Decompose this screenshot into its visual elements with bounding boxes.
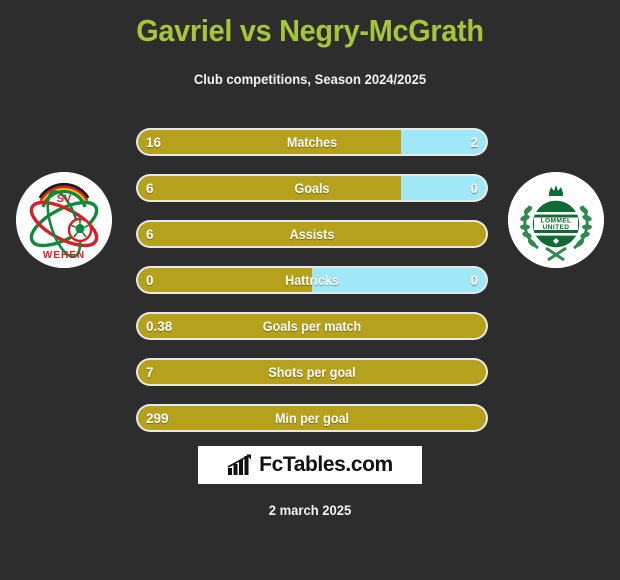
home-team-logo[interactable]: SV WEHEN xyxy=(16,172,112,268)
stat-bar xyxy=(138,406,486,430)
stat-bar-home-fill xyxy=(138,314,486,338)
stat-bar-home-fill xyxy=(138,406,486,430)
home-logo-text-top: SV xyxy=(57,193,72,205)
stat-row: 7 Shots per goal xyxy=(136,358,488,386)
stat-row: 16 Matches 2 xyxy=(136,128,488,156)
stat-bar xyxy=(138,268,486,292)
stat-row: 0 Hattricks 0 xyxy=(136,266,488,294)
away-team-logo[interactable]: LOMMEL UNITED xyxy=(508,172,604,268)
stat-bar-away-fill xyxy=(401,130,486,154)
stat-bar-home-fill xyxy=(138,360,486,384)
stat-row: 0.38 Goals per match xyxy=(136,312,488,340)
stat-bar-home-fill xyxy=(138,268,312,292)
stat-bar-away-fill xyxy=(401,176,486,200)
stat-row: 299 Min per goal xyxy=(136,404,488,432)
stats-comparison-list: 16 Matches 2 6 Goals 0 6 Assists 0 Hattricks 0 0.38… xyxy=(136,128,488,450)
sv-wehen-wiesbaden-crest-icon: SV WEHEN xyxy=(16,172,112,268)
stat-bar-home-fill xyxy=(138,176,402,200)
lommel-united-crest-icon: LOMMEL UNITED xyxy=(508,172,604,268)
away-logo-text-bottom: UNITED xyxy=(543,224,570,231)
page-subtitle: Club competitions, Season 2024/2025 xyxy=(193,71,427,87)
stat-row: 6 Assists xyxy=(136,220,488,248)
header: Gavriel vs Negry-McGrath Club competitio… xyxy=(0,0,620,87)
date-label: 2 march 2025 xyxy=(268,502,352,518)
stat-bar-home-fill xyxy=(138,130,402,154)
stat-bar xyxy=(138,222,486,246)
fctables-brand[interactable]: FcTables.com xyxy=(198,446,422,484)
stat-bar-away-fill xyxy=(312,268,486,292)
brand-label: FcTables.com xyxy=(259,453,393,476)
stat-bar-home-fill xyxy=(138,222,486,246)
page-title: Gavriel vs Negry-McGrath xyxy=(136,13,484,48)
stat-row: 6 Goals 0 xyxy=(136,174,488,202)
stat-bar xyxy=(138,360,486,384)
bar-chart-icon xyxy=(227,454,252,475)
stat-bar xyxy=(138,176,486,200)
stat-bar xyxy=(138,130,486,154)
home-logo-text-bottom: WEHEN xyxy=(43,250,85,261)
stat-bar xyxy=(138,314,486,338)
